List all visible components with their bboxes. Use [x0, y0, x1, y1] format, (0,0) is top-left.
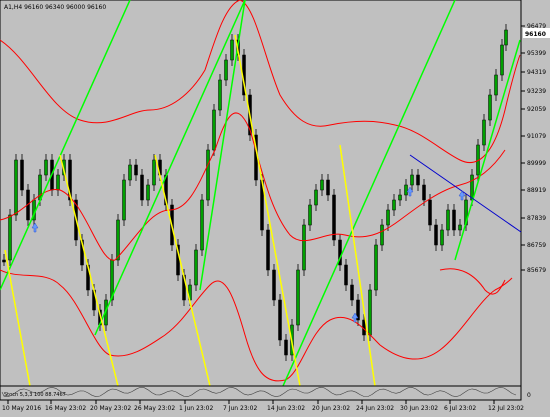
candle-body	[398, 194, 402, 201]
candle-body	[428, 199, 432, 226]
candle-body	[494, 74, 498, 96]
time-tick-label: 14 Jun 23:02	[267, 405, 305, 412]
candle-body	[332, 194, 336, 241]
price-tick-label: 89999	[527, 160, 546, 167]
candle-body	[218, 79, 222, 111]
candle-body	[302, 224, 306, 271]
candle-body	[194, 249, 198, 286]
price-tick-label: 88919	[527, 187, 546, 194]
candle-body	[392, 199, 396, 211]
candle-body	[416, 174, 420, 186]
time-tick-label: 12 Jul 23:02	[488, 405, 524, 412]
candle-body	[344, 264, 348, 286]
chart-window[interactable]: 96479 95399 94319 93239 92059 91079 89999 88919…	[0, 0, 550, 413]
candle-body	[410, 174, 414, 186]
candle-body	[326, 179, 330, 196]
time-tick-label: 16 May 23:02	[45, 405, 86, 412]
stochastic-subwindow[interactable]	[0, 385, 522, 401]
candle-body	[440, 229, 444, 246]
time-tick-label: 20 May 23:02	[90, 405, 131, 412]
candle-body	[488, 94, 492, 121]
candle-body	[200, 199, 204, 251]
candle-body	[404, 184, 408, 196]
time-tick-label: 7 Jun 23:02	[223, 405, 257, 412]
candle-body	[368, 289, 372, 336]
candle-body	[266, 229, 270, 271]
candle-body	[314, 189, 318, 206]
time-tick-label: 20 Jun 23:02	[312, 405, 350, 412]
price-tick-label: 85679	[527, 267, 546, 274]
candle-body	[278, 299, 282, 341]
candle-body	[44, 159, 48, 176]
candle-body	[434, 224, 438, 246]
candle-body	[284, 339, 288, 356]
candle-body	[2, 259, 6, 263]
candle-body	[146, 184, 150, 201]
candle-body	[308, 204, 312, 226]
subwindow-zero-label: 0	[527, 392, 531, 399]
price-tick-label: 91079	[527, 133, 546, 140]
time-tick-label: 26 May 23:02	[134, 405, 175, 412]
time-tick-label: 1 Jun 23:02	[179, 405, 213, 412]
candle-body	[470, 174, 474, 201]
price-tick-label: 92059	[527, 106, 546, 113]
current-price-label: 96160	[525, 31, 546, 38]
candle-body	[452, 209, 456, 231]
candle-body	[140, 174, 144, 201]
candle-body	[458, 224, 462, 231]
price-tick-label: 94319	[527, 69, 546, 76]
candle-body	[482, 119, 486, 146]
candle-body	[374, 244, 378, 291]
candle-body	[446, 209, 450, 231]
candle-body	[8, 214, 12, 261]
candle-body	[212, 109, 216, 151]
candle-body	[380, 224, 384, 246]
candle-body	[122, 179, 126, 221]
candle-body	[504, 29, 508, 46]
candle-body	[320, 179, 324, 191]
candle-body	[350, 284, 354, 301]
price-tick-label: 86759	[527, 242, 546, 249]
candle-body	[14, 159, 18, 216]
price-chart[interactable]: 9647995399943199323992059910798999988919…	[0, 0, 550, 413]
candle-body	[128, 164, 132, 181]
time-tick-label: 10 May 2016	[2, 405, 41, 412]
time-tick-label: 24 Jun 23:02	[356, 405, 394, 412]
time-tick-label: 6 Jul 23:02	[444, 405, 476, 412]
candle-body	[386, 209, 390, 226]
candle-body	[20, 159, 24, 191]
candle-body	[56, 174, 60, 191]
candle-body	[152, 159, 156, 186]
candle-body	[500, 44, 504, 76]
candle-body	[206, 149, 210, 201]
candle-body	[296, 269, 300, 326]
time-tick-label: 30 Jun 23:02	[400, 405, 438, 412]
candle-body	[116, 219, 120, 261]
candle-body	[134, 164, 138, 176]
candle-body	[230, 39, 234, 61]
candle-body	[272, 269, 276, 301]
candle-body	[422, 184, 426, 201]
price-tick-label: 93239	[527, 88, 546, 95]
candle-body	[224, 59, 228, 81]
price-tick-label: 95399	[527, 50, 546, 57]
price-tick-label: 87839	[527, 215, 546, 222]
symbol-header: A1,H4 96160 96340 96000 96160	[4, 4, 106, 11]
